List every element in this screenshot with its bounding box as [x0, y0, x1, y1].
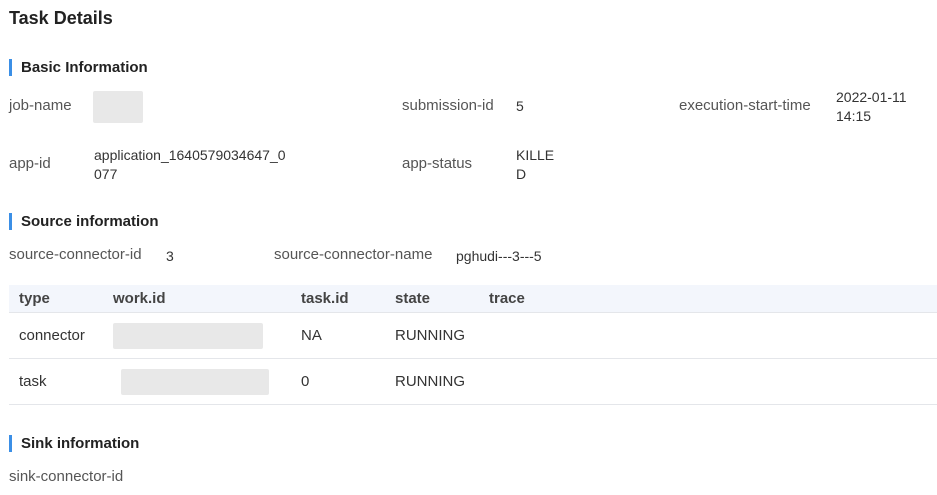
table-row: task 0 RUNNING — [9, 358, 937, 405]
app-id-line-2: 077 — [94, 166, 118, 182]
work-id-redacted-value — [113, 322, 263, 349]
cell-type: connector — [9, 312, 103, 359]
work-id-redacted-value — [121, 368, 269, 395]
submission-id-label: submission-id — [402, 97, 494, 114]
app-status-value: KILLE D — [516, 146, 554, 184]
execution-start-time-value: 2022-01-11 14:15 — [836, 88, 907, 126]
section-title-source: Source information — [9, 213, 159, 230]
table-row: connector NA RUNNING — [9, 312, 937, 359]
app-status-line-1: KILLE — [516, 147, 555, 163]
job-name-redacted-value — [93, 91, 143, 123]
cell-task-id: 0 — [291, 358, 385, 405]
column-header-trace[interactable]: trace — [479, 285, 937, 313]
job-name-label: job-name — [9, 97, 72, 114]
app-id-line-1: application_1640579034647_0 — [94, 147, 286, 163]
column-header-type[interactable]: type — [9, 285, 103, 313]
app-id-label: app-id — [9, 155, 51, 172]
cell-state: RUNNING — [385, 312, 479, 359]
source-connector-name-value: pghudi---3---5 — [456, 248, 542, 264]
app-status-label: app-status — [402, 155, 473, 172]
section-title-basic: Basic Information — [9, 59, 148, 76]
cell-work-id — [103, 358, 291, 405]
source-connector-id-label: source-connector-id — [9, 246, 142, 263]
app-status-line-2: D — [516, 166, 527, 182]
submission-id-value: 5 — [516, 98, 524, 114]
section-title-sink: Sink information — [9, 435, 139, 452]
execution-start-date: 2022-01-11 — [836, 89, 907, 105]
sink-connector-id-label: sink-connector-id — [9, 468, 124, 485]
task-table: type work.id task.id state trace connect… — [9, 285, 937, 405]
cell-trace — [479, 358, 937, 405]
execution-start-clock: 14:15 — [836, 108, 872, 124]
cell-work-id — [103, 312, 291, 359]
column-header-task-id[interactable]: task.id — [291, 285, 385, 313]
cell-type: task — [9, 358, 103, 405]
execution-start-time-label: execution-start-time — [679, 97, 811, 114]
cell-task-id: NA — [291, 312, 385, 359]
source-connector-id-value: 3 — [166, 248, 174, 264]
app-id-value: application_1640579034647_0 077 — [94, 146, 286, 184]
source-connector-name-label: source-connector-name — [274, 246, 433, 263]
cell-trace — [479, 312, 937, 359]
column-header-work-id[interactable]: work.id — [103, 285, 291, 313]
cell-state: RUNNING — [385, 358, 479, 405]
column-header-state[interactable]: state — [385, 285, 479, 313]
table-header-row: type work.id task.id state trace — [9, 285, 937, 313]
page-title: Task Details — [9, 8, 113, 28]
